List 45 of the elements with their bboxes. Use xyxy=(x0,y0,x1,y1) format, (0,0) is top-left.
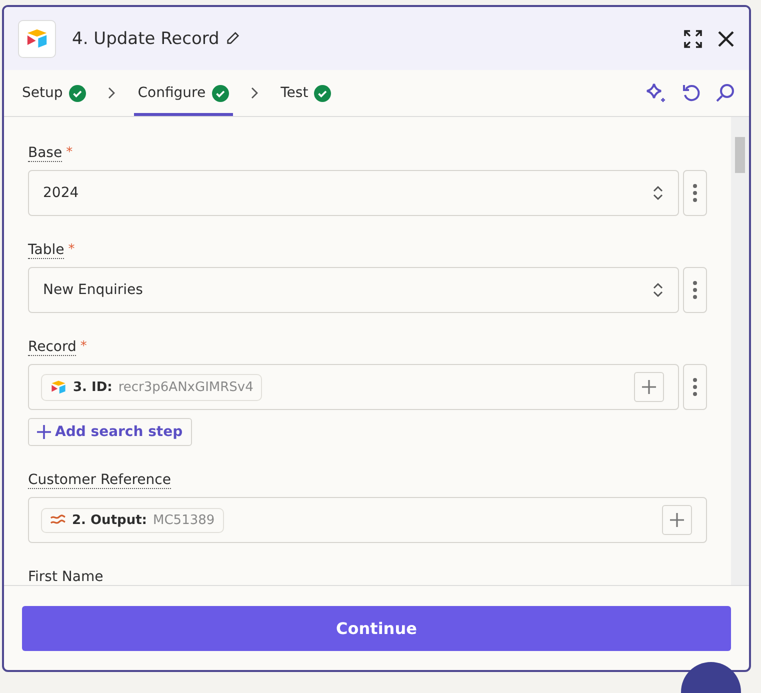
chevron-icon xyxy=(250,87,259,99)
add-button[interactable] xyxy=(634,372,664,402)
continue-button[interactable]: Continue xyxy=(22,606,731,650)
field-label: Record xyxy=(28,339,76,356)
required-mark: * xyxy=(66,145,73,162)
sort-arrows-icon xyxy=(652,185,664,201)
data-pill: 2. Output: MC51389 xyxy=(41,508,224,532)
sort-arrows-icon xyxy=(652,282,664,298)
check-icon xyxy=(314,84,332,102)
plus-icon xyxy=(670,513,684,527)
more-options-button[interactable] xyxy=(683,364,707,410)
field-label: Table xyxy=(28,242,64,259)
pencil-icon[interactable] xyxy=(225,31,240,46)
formatter-icon xyxy=(50,514,66,526)
mapped-field[interactable]: 3. ID: recr3p6ANxGIMRSv4 xyxy=(28,364,679,410)
more-options-button[interactable] xyxy=(683,170,707,216)
close-icon[interactable] xyxy=(717,30,735,48)
field-label: Base xyxy=(28,145,62,162)
search-icon[interactable] xyxy=(715,83,735,103)
select-field[interactable]: New Enquiries xyxy=(28,267,679,313)
mapped-field[interactable]: 2. Output: MC51389 xyxy=(28,497,707,543)
plus-icon xyxy=(642,380,656,394)
step-tab[interactable]: Test xyxy=(276,70,336,116)
add-button[interactable] xyxy=(662,505,692,535)
app-logo-icon xyxy=(25,26,49,50)
field-label: First Name xyxy=(28,569,104,585)
expand-icon[interactable] xyxy=(683,28,703,48)
sparkle-icon[interactable] xyxy=(645,82,667,104)
more-options-button[interactable] xyxy=(683,267,707,313)
undo-icon[interactable] xyxy=(681,83,701,103)
add-search-step-button[interactable]: Add search step xyxy=(28,418,192,446)
step-title: 4. Update Record xyxy=(72,28,220,48)
check-icon xyxy=(68,84,86,102)
data-pill: 3. ID: recr3p6ANxGIMRSv4 xyxy=(41,374,262,400)
scrollbar[interactable] xyxy=(731,117,749,585)
step-tab[interactable]: Setup xyxy=(18,70,90,116)
step-tab[interactable]: Configure xyxy=(134,70,233,116)
check-icon xyxy=(212,84,229,102)
select-field[interactable]: 2024 xyxy=(28,170,679,216)
app-logo-icon xyxy=(50,378,67,396)
chevron-icon xyxy=(108,87,116,99)
required-mark: * xyxy=(68,242,75,259)
plus-icon xyxy=(37,425,51,439)
field-label: Customer Reference xyxy=(28,472,171,489)
required-mark: * xyxy=(80,339,87,356)
